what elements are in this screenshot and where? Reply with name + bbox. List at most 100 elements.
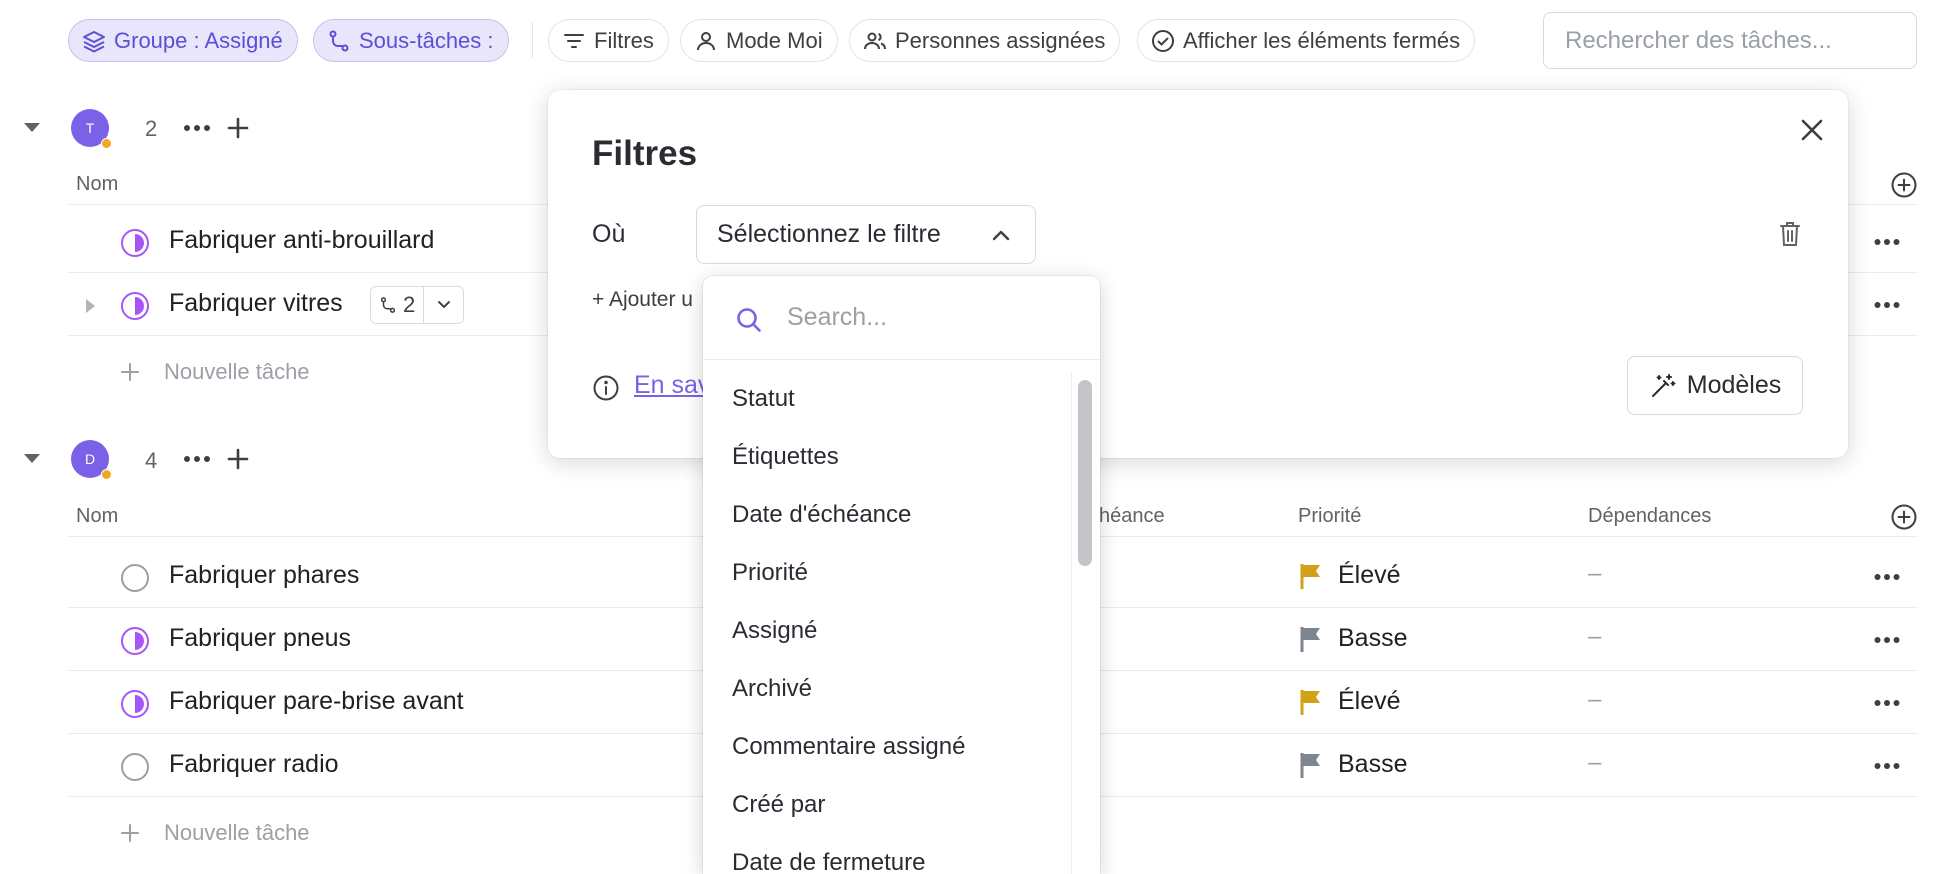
dropdown-option[interactable]: Archivé xyxy=(703,660,1071,718)
plus-icon[interactable] xyxy=(226,447,250,471)
avatar-initial: T xyxy=(85,120,95,136)
assignees-label: Personnes assignées xyxy=(895,27,1106,53)
task-name[interactable]: Fabriquer pare-brise avant xyxy=(169,687,464,716)
task-search-input[interactable]: Rechercher des tâches... xyxy=(1543,12,1917,69)
filter-field-dropdown: Search... Statut Étiquettes Date d'échéa… xyxy=(703,276,1100,874)
dropdown-search-input[interactable]: Search... xyxy=(703,276,1100,360)
filter-field-select[interactable]: Sélectionnez le filtre xyxy=(696,205,1036,264)
dependencies-cell[interactable]: – xyxy=(1588,686,1601,714)
new-task-button[interactable]: Nouvelle tâche xyxy=(120,813,310,853)
dropdown-option[interactable]: Date de fermeture xyxy=(703,834,1071,874)
expand-subtasks-icon[interactable] xyxy=(86,299,95,313)
task-name[interactable]: Fabriquer anti-brouillard xyxy=(169,226,434,255)
dropdown-option[interactable]: Commentaire assigné xyxy=(703,718,1071,776)
subtask-icon xyxy=(380,297,396,313)
task-name[interactable]: Fabriquer vitres xyxy=(169,289,343,318)
close-icon[interactable] xyxy=(1798,116,1826,144)
status-in-progress-icon[interactable] xyxy=(120,228,150,258)
status-in-progress-icon[interactable] xyxy=(120,626,150,656)
column-header-name[interactable]: Nom xyxy=(76,173,118,196)
group-by-chip[interactable]: Groupe : Assigné xyxy=(68,19,298,62)
filters-label: Filtres xyxy=(594,27,654,53)
where-label: Où xyxy=(592,220,626,248)
column-header-dependencies[interactable]: Dépendances xyxy=(1588,505,1711,528)
priority-cell[interactable]: Élevé xyxy=(1298,687,1401,716)
plus-icon[interactable] xyxy=(226,116,250,140)
subtasks-chip[interactable]: Sous-tâches : xyxy=(313,19,509,62)
scrollbar-thumb[interactable] xyxy=(1078,380,1092,566)
group-task-count: 2 xyxy=(145,116,158,141)
status-todo-icon[interactable] xyxy=(120,563,150,593)
templates-button[interactable]: Modèles xyxy=(1627,356,1803,415)
show-closed-button[interactable]: Afficher les éléments fermés xyxy=(1137,19,1476,62)
chevron-down-icon[interactable] xyxy=(437,300,451,310)
add-column-icon[interactable] xyxy=(1890,503,1918,531)
column-header-priority[interactable]: Priorité xyxy=(1298,505,1361,528)
priority-label: Élevé xyxy=(1338,561,1401,589)
task-name[interactable]: Fabriquer radio xyxy=(169,750,339,779)
add-filter-button[interactable]: + Ajouter u xyxy=(592,288,720,312)
mode-me-label: Mode Moi xyxy=(726,27,823,53)
mode-me-button[interactable]: Mode Moi xyxy=(680,19,838,62)
check-circle-icon xyxy=(1152,29,1174,52)
column-header-name[interactable]: Nom xyxy=(76,505,118,528)
layers-icon xyxy=(83,30,105,52)
more-horizontal-icon[interactable] xyxy=(1874,636,1900,644)
scrollbar-track[interactable] xyxy=(1071,372,1072,874)
show-closed-label: Afficher les éléments fermés xyxy=(1183,27,1461,53)
status-in-progress-icon[interactable] xyxy=(120,689,150,719)
plus-icon xyxy=(121,824,139,842)
dropdown-option[interactable]: Date d'échéance xyxy=(703,486,1071,544)
new-task-button[interactable]: Nouvelle tâche xyxy=(120,352,310,392)
column-header-due-date[interactable]: chéance xyxy=(1089,505,1165,528)
modal-title: Filtres xyxy=(592,134,698,173)
dropdown-option[interactable]: Créé par xyxy=(703,776,1071,834)
filter-select-value: Sélectionnez le filtre xyxy=(717,220,941,248)
priority-flag-icon xyxy=(1300,752,1320,778)
subtask-count-badge[interactable]: 2 xyxy=(370,286,464,324)
priority-label: Élevé xyxy=(1338,687,1401,715)
assignees-button[interactable]: Personnes assignées xyxy=(849,19,1121,62)
dependencies-cell[interactable]: – xyxy=(1588,749,1601,777)
more-horizontal-icon[interactable] xyxy=(183,124,211,132)
priority-label: Basse xyxy=(1338,624,1408,652)
more-horizontal-icon[interactable] xyxy=(183,455,211,463)
dropdown-option[interactable]: Statut xyxy=(703,370,1071,428)
priority-cell[interactable]: Basse xyxy=(1298,750,1407,779)
trash-icon[interactable] xyxy=(1778,220,1802,248)
priority-cell[interactable]: Basse xyxy=(1298,624,1407,653)
more-horizontal-icon[interactable] xyxy=(1874,238,1900,246)
group-by-label: Groupe : Assigné xyxy=(114,27,283,53)
dropdown-option[interactable]: Priorité xyxy=(703,544,1071,602)
subtask-count: 2 xyxy=(403,292,416,317)
toolbar: Groupe : Assigné Sous-tâches : Filtres M… xyxy=(0,0,1958,80)
filters-button[interactable]: Filtres xyxy=(548,19,669,62)
collapse-caret-icon[interactable] xyxy=(24,123,40,132)
avatar[interactable]: D xyxy=(71,440,112,480)
priority-flag-icon xyxy=(1300,626,1320,652)
chevron-up-icon xyxy=(992,230,1010,241)
more-horizontal-icon[interactable] xyxy=(1874,762,1900,770)
collapse-caret-icon[interactable] xyxy=(24,454,40,463)
dropdown-option[interactable]: Étiquettes xyxy=(703,428,1071,486)
dropdown-option[interactable]: Assigné xyxy=(703,602,1071,660)
subtask-icon xyxy=(329,30,349,51)
plus-icon xyxy=(121,363,139,381)
more-horizontal-icon[interactable] xyxy=(1874,699,1900,707)
task-name[interactable]: Fabriquer pneus xyxy=(169,624,351,653)
priority-flag-icon xyxy=(1300,689,1320,715)
priority-cell[interactable]: Élevé xyxy=(1298,561,1401,590)
status-in-progress-icon[interactable] xyxy=(120,291,150,321)
task-name[interactable]: Fabriquer phares xyxy=(169,561,359,590)
dependencies-cell[interactable]: – xyxy=(1588,560,1601,588)
templates-label: Modèles xyxy=(1686,371,1782,399)
dropdown-options-list: Statut Étiquettes Date d'échéance Priori… xyxy=(703,360,1071,874)
subtasks-label: Sous-tâches : xyxy=(359,27,494,53)
avatar[interactable]: T xyxy=(71,109,112,149)
more-horizontal-icon[interactable] xyxy=(1874,301,1900,309)
add-column-icon[interactable] xyxy=(1890,171,1918,199)
status-todo-icon[interactable] xyxy=(120,752,150,782)
dependencies-cell[interactable]: – xyxy=(1588,623,1601,651)
more-horizontal-icon[interactable] xyxy=(1874,573,1900,581)
search-icon xyxy=(737,308,761,332)
